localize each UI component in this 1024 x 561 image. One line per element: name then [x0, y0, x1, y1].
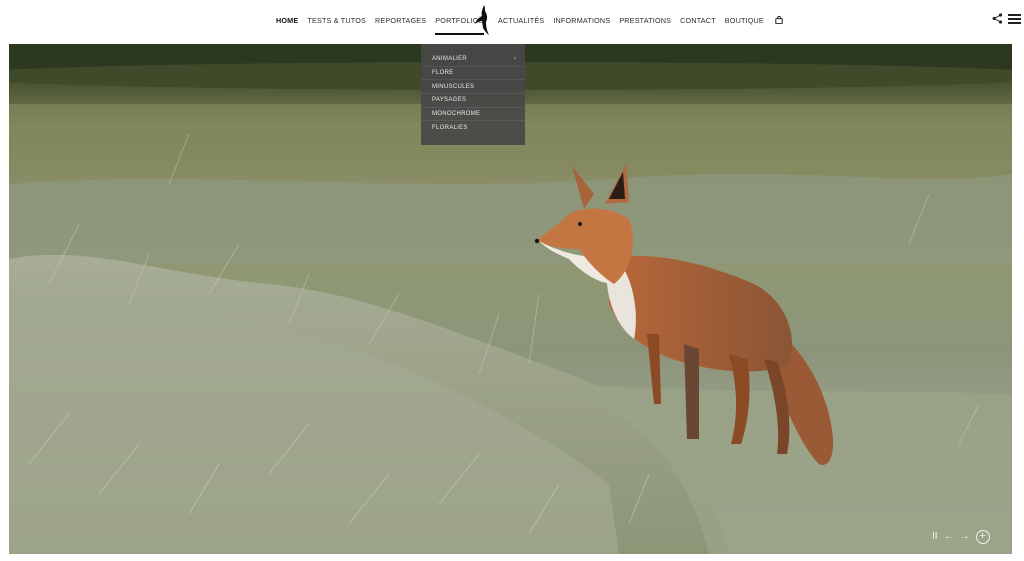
- plus-circle-icon[interactable]: +: [975, 530, 990, 544]
- bird-logo-icon[interactable]: [473, 4, 493, 36]
- dropdown-item-flore[interactable]: FLORE: [421, 67, 525, 81]
- pause-icon[interactable]: II: [932, 531, 938, 543]
- nav-actualites[interactable]: ACTUALITÉS: [498, 16, 544, 25]
- nav-boutique[interactable]: BOUTIQUE: [725, 16, 764, 25]
- nav-contact[interactable]: CONTACT: [680, 16, 716, 25]
- nav-reportages[interactable]: REPORTAGES: [375, 16, 426, 25]
- shopping-bag-icon[interactable]: [775, 16, 783, 24]
- nav-informations[interactable]: INFORMATIONS: [553, 16, 610, 25]
- dropdown-item-label: PAYSAGES: [432, 97, 467, 104]
- slideshow-controls: II ← → +: [932, 530, 990, 544]
- nav-prestations[interactable]: PRESTATIONS: [619, 16, 671, 25]
- site-header: HOME TESTS & TUTOS REPORTAGES PORTFOLIOS…: [0, 0, 1024, 44]
- hamburger-menu-icon[interactable]: [1008, 14, 1021, 24]
- arrow-left-icon[interactable]: ←: [944, 531, 954, 543]
- dropdown-item-floralies[interactable]: FLORALIES: [421, 121, 525, 135]
- dropdown-item-label: ANIMALIER: [432, 56, 468, 63]
- share-icon[interactable]: [992, 13, 1003, 24]
- dropdown-item-monochrome[interactable]: MONOCHROME: [421, 108, 525, 122]
- dropdown-item-minuscules[interactable]: MINUSCULES: [421, 80, 525, 95]
- arrow-right-icon[interactable]: →: [960, 531, 970, 543]
- nav-tests-tutos[interactable]: TESTS & TUTOS: [307, 16, 366, 25]
- dropdown-item-paysages[interactable]: PAYSAGES: [421, 94, 525, 108]
- chevron-right-icon: ›: [513, 56, 516, 63]
- nav-home[interactable]: HOME: [276, 16, 298, 25]
- portfolios-dropdown: ANIMALIER › FLORE MINUSCULES PAYSAGES MO…: [421, 44, 525, 145]
- main-nav-right: ACTUALITÉS INFORMATIONS PRESTATIONS CONT…: [498, 0, 783, 40]
- dropdown-item-label: FLORALIES: [432, 125, 468, 132]
- dropdown-item-label: FLORE: [432, 70, 454, 77]
- dropdown-item-label: MONOCHROME: [432, 111, 481, 118]
- dropdown-item-label: MINUSCULES: [432, 83, 475, 90]
- main-nav-left: HOME TESTS & TUTOS REPORTAGES PORTFOLIOS: [276, 0, 493, 40]
- dropdown-item-animalier[interactable]: ANIMALIER ›: [421, 53, 525, 67]
